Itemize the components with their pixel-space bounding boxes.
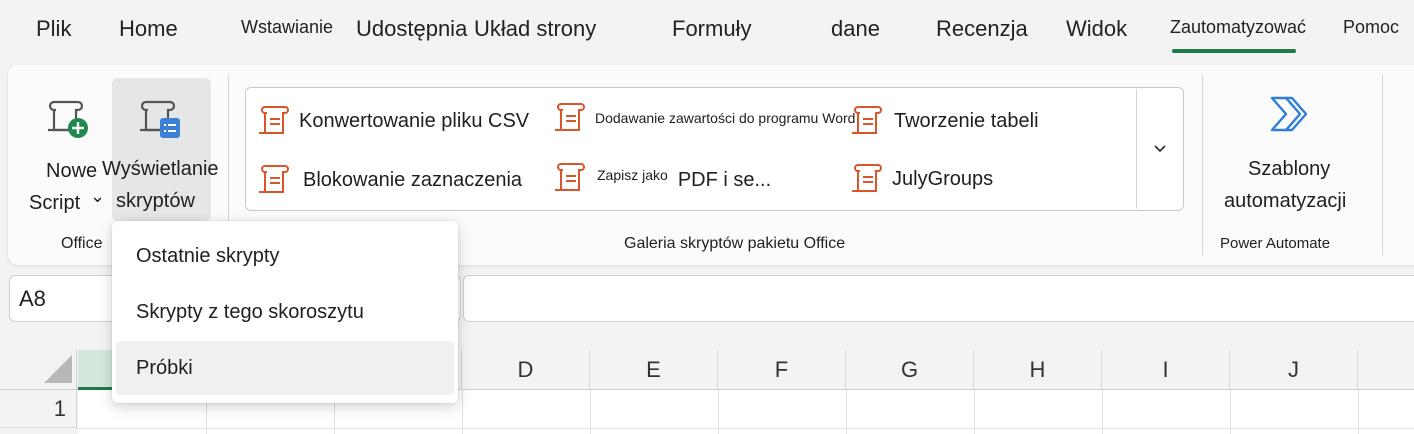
tab-share[interactable]: Udostępnia <box>356 16 476 42</box>
new-script-icon <box>48 100 88 138</box>
office-group-label: Office <box>61 235 103 252</box>
tab-formulas[interactable]: Formuły <box>672 16 751 42</box>
gallery-divider <box>1136 89 1137 209</box>
gallery-item-save-as-pdf[interactable]: Zapisz jako PDF i se... <box>551 158 771 198</box>
new-script-label-line1: Nowe <box>46 160 98 182</box>
gallery-item-lock-selection[interactable]: Blokowanie zaznaczenia <box>255 160 522 200</box>
power-automate-icon <box>1270 96 1308 132</box>
tab-view[interactable]: Widok <box>1066 16 1127 42</box>
active-tab-indicator <box>1172 49 1296 53</box>
script-icon <box>259 165 289 193</box>
script-icon <box>259 106 289 134</box>
new-script-button[interactable]: Nowe Script ⌄ <box>18 80 110 220</box>
gallery-item-label: Konwertowanie pliku CSV <box>299 109 530 132</box>
row-header-1[interactable]: 1 <box>0 390 77 428</box>
chevron-down-icon <box>1154 145 1166 153</box>
gallery-item-label: JulyGroups <box>892 167 994 190</box>
column-header-d[interactable]: D <box>462 350 590 390</box>
gallery-item-label-small: Zapisz jako <box>597 167 668 183</box>
gallery-item-add-to-word[interactable]: Dodawanie zawartości do programu Word <box>551 98 855 138</box>
menu-item-samples[interactable]: Próbki <box>116 341 454 395</box>
gallery-item-label: PDF i se... <box>677 168 772 191</box>
tab-help[interactable]: Pomoc <box>1343 17 1399 38</box>
automation-templates-button[interactable]: Szablony automatyzacji <box>1216 80 1366 220</box>
gallery-item-label: Blokowanie zaznaczenia <box>303 168 523 191</box>
script-icon <box>555 163 585 191</box>
tab-home[interactable]: Home <box>119 16 178 42</box>
column-header-f[interactable]: F <box>718 350 846 390</box>
column-header-g[interactable]: G <box>846 350 974 390</box>
script-icon <box>555 103 585 131</box>
gallery-item-label: Tworzenie tabeli <box>894 109 1039 132</box>
column-header-j[interactable]: J <box>1230 350 1358 390</box>
view-scripts-label-line2: skryptów <box>116 190 195 212</box>
gallery-expand-button[interactable] <box>1138 89 1182 209</box>
tab-page-layout[interactable]: Układ strony <box>474 16 596 42</box>
gallery-item-convert-csv[interactable]: Konwertowanie pliku CSV <box>255 101 529 141</box>
tab-automate[interactable]: Zautomatyzować <box>1170 17 1306 38</box>
select-all-corner[interactable] <box>0 350 77 390</box>
select-all-icon <box>44 355 72 383</box>
view-scripts-button[interactable]: Wyświetlanie skryptów <box>102 78 219 221</box>
gallery-group-label: Galeria skryptów pakietu Office <box>624 235 846 252</box>
tab-insert[interactable]: Wstawianie <box>241 17 333 38</box>
new-script-label-line2: Script <box>29 192 81 214</box>
tab-data[interactable]: dane <box>831 16 880 42</box>
formula-input[interactable] <box>463 275 1414 322</box>
gallery-item-create-table[interactable]: Tworzenie tabeli <box>848 101 1039 141</box>
row-divider <box>78 428 1414 429</box>
column-header-h[interactable]: H <box>974 350 1102 390</box>
ribbon-divider <box>1202 75 1203 255</box>
column-header-e[interactable]: E <box>590 350 718 390</box>
gallery-item-julygroups[interactable]: JulyGroups <box>848 159 993 199</box>
view-scripts-menu: Ostatnie skrypty Skrypty z tego skoroszy… <box>112 221 458 403</box>
script-icon <box>852 106 882 134</box>
ribbon-divider <box>1382 75 1383 255</box>
view-scripts-icon <box>140 100 180 138</box>
script-icon <box>852 164 882 192</box>
gallery-item-label: Dodawanie zawartości do programu Word <box>595 110 856 126</box>
column-header-i[interactable]: I <box>1102 350 1230 390</box>
menu-item-workbook-scripts[interactable]: Skrypty z tego skoroszytu <box>116 285 454 339</box>
tab-review[interactable]: Recenzja <box>936 16 1028 42</box>
power-automate-group-label: Power Automate <box>1220 235 1331 252</box>
menu-item-recent-scripts[interactable]: Ostatnie skrypty <box>116 229 454 283</box>
chevron-down-icon: ⌄ <box>90 186 106 206</box>
view-scripts-label-line1: Wyświetlanie <box>102 158 219 180</box>
automation-templates-label-line1: Szablony <box>1248 158 1331 180</box>
automation-templates-label-line2: automatyzacji <box>1224 190 1347 212</box>
tab-file[interactable]: Plik <box>36 16 71 42</box>
